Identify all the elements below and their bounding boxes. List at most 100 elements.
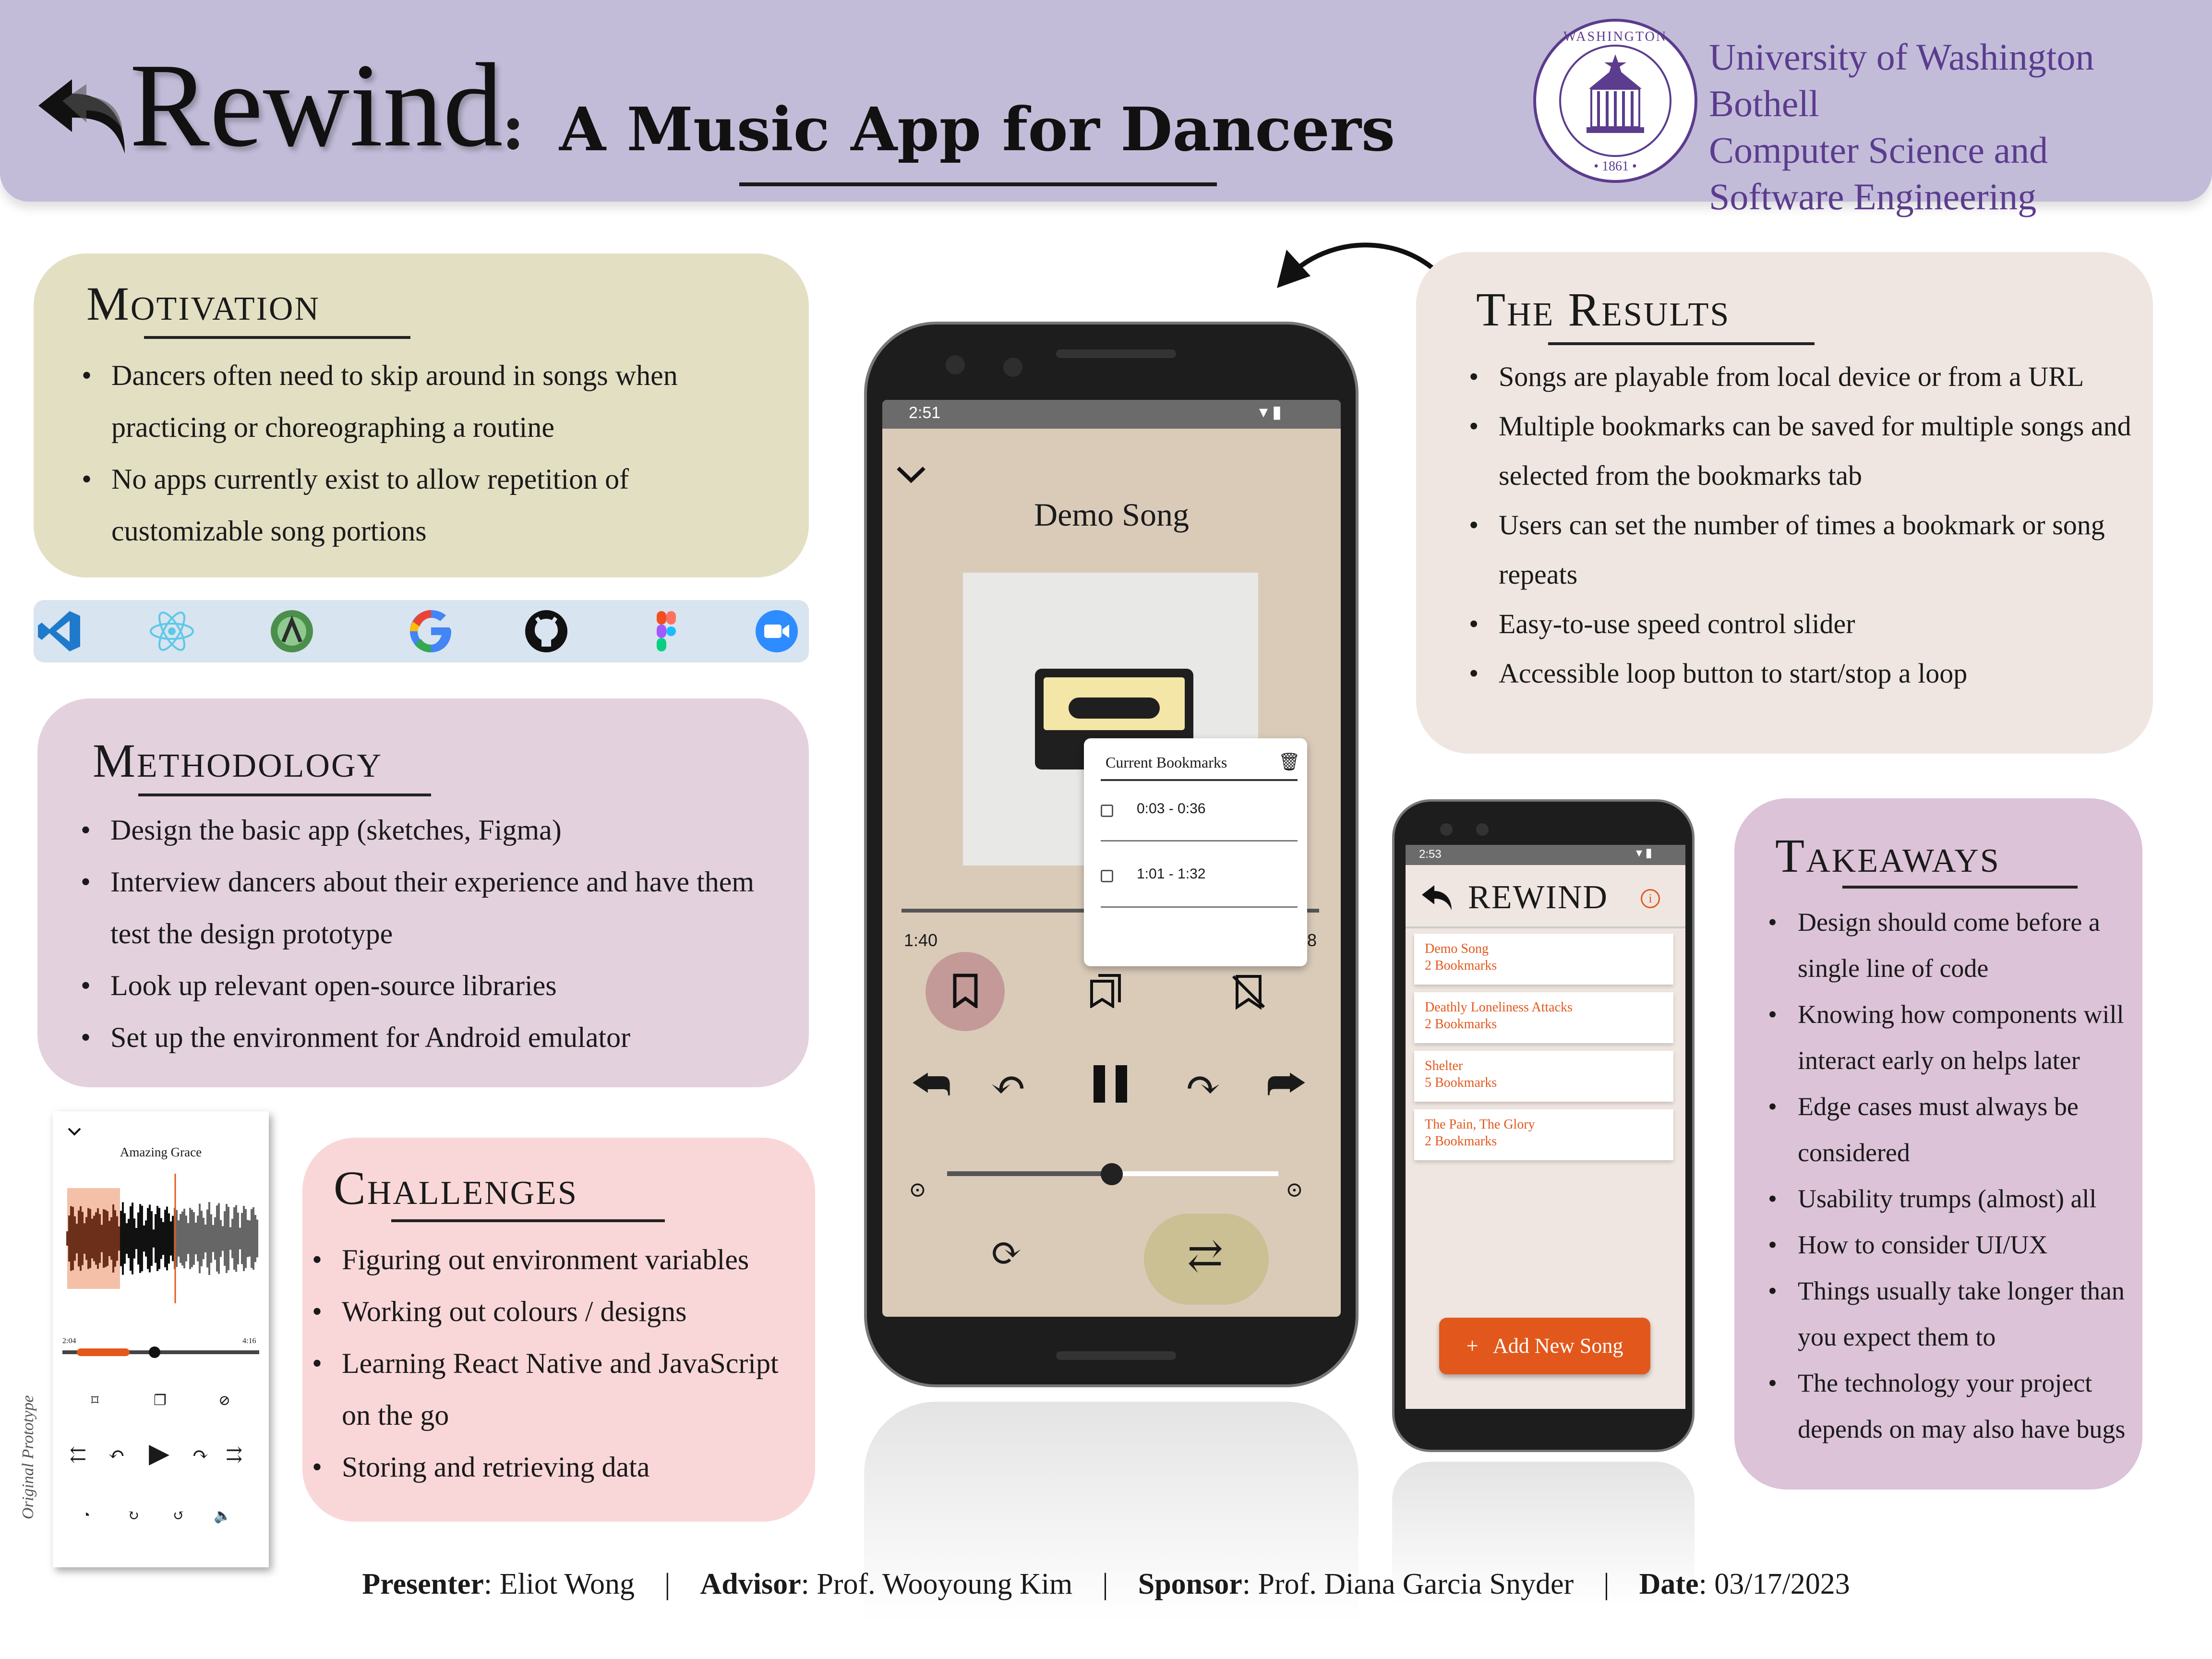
sponsor-name: : Prof. Diana Garcia Snyder xyxy=(1242,1568,1574,1600)
song-card[interactable]: Deathly Loneliness Attacks 2 Bookmarks xyxy=(1414,992,1673,1043)
list-item: Design the basic app (sketches, Figma) xyxy=(81,804,772,856)
list-item: Working out colours / designs xyxy=(312,1286,811,1337)
add-new-song-button[interactable]: + Add New Song xyxy=(1439,1318,1650,1374)
list-item: Songs are playable from local device or … xyxy=(1469,352,2131,401)
camera-icon xyxy=(946,355,965,374)
list-item: No apps currently exist to allow repetit… xyxy=(82,453,778,557)
figma-icon xyxy=(657,611,676,651)
speed-up-icon[interactable]: ⊙ xyxy=(1286,1178,1303,1202)
bookmark-icon: ⌑ xyxy=(91,1393,99,1408)
list-item: Dancers often need to skip around in son… xyxy=(82,349,778,453)
bookmarks-icon: ❐ xyxy=(154,1393,167,1408)
repeat-count-icon[interactable]: ⟳ xyxy=(990,1230,1022,1275)
song-card[interactable]: Demo Song 2 Bookmarks xyxy=(1414,934,1673,985)
song-card[interactable]: Shelter 5 Bookmarks xyxy=(1414,1051,1673,1102)
bookmarks-list-icon[interactable] xyxy=(1089,974,1122,1008)
prototype-time-end: 4:16 xyxy=(242,1337,256,1345)
song-card[interactable]: The Pain, The Glory 2 Bookmarks xyxy=(1414,1109,1673,1160)
speaker-grille xyxy=(1056,349,1176,358)
university-name: University of Washington Bothell Compute… xyxy=(1709,34,2212,220)
remove-bookmark-icon[interactable] xyxy=(1230,974,1267,1010)
challenges-panel: Challenges Figuring out environment vari… xyxy=(302,1138,815,1522)
rewind-far-icon: ⇇ xyxy=(70,1444,87,1466)
speed-icon: ◔ xyxy=(82,1507,91,1523)
skip-back-far-icon[interactable]: ⮪ xyxy=(911,1060,951,1110)
list-item: Knowing how components will interact ear… xyxy=(1768,991,2138,1083)
prototype-progress-thumb xyxy=(149,1346,160,1358)
bookmark-range[interactable]: 0:03 - 0:36 xyxy=(1137,801,1205,817)
presenter-label: Presenter xyxy=(362,1568,484,1600)
takeaways-title: Takeaways xyxy=(1775,829,2000,882)
bookmark-range[interactable]: 1:01 - 1:32 xyxy=(1137,866,1205,882)
list-item: Easy-to-use speed control slider xyxy=(1469,599,2131,649)
footer-separator: | xyxy=(1603,1568,1610,1600)
list-item: Things usually take longer than you expe… xyxy=(1768,1268,2138,1360)
info-icon[interactable]: i xyxy=(1641,889,1660,908)
svg-text:• 1861 •: • 1861 • xyxy=(1594,159,1637,174)
wifi-battery-icon: ▾ ▮ xyxy=(1259,402,1282,421)
duration-time: 8 xyxy=(1307,930,1317,950)
library-screen: 2:53 ▾ ▮ REWIND i Demo Song 2 Bookmarks D… xyxy=(1406,845,1685,1409)
bookmark-off-icon: ⊘ xyxy=(218,1393,231,1408)
sensor-icon xyxy=(1476,823,1489,836)
bottom-speaker xyxy=(1056,1351,1176,1360)
list-item: Edge cases must always be considered xyxy=(1768,1083,2138,1176)
results-title: The Results xyxy=(1476,283,1731,336)
bookmark-checkbox[interactable] xyxy=(1101,870,1113,882)
takeaways-panel: Takeaways Design should come before a si… xyxy=(1734,798,2142,1490)
bookmark-checkbox[interactable] xyxy=(1101,805,1113,817)
rewind-logo-icon xyxy=(1422,885,1452,910)
popup-title: Current Bookmarks xyxy=(1106,754,1227,771)
list-item: Usability trumps (almost) all xyxy=(1768,1176,2138,1222)
prototype-caption: Original Prototype xyxy=(19,1395,37,1519)
github-icon xyxy=(525,610,567,652)
slow-down-icon[interactable]: ⊙ xyxy=(909,1178,926,1202)
methodology-title: Methodology xyxy=(93,734,383,787)
react-icon xyxy=(150,612,194,651)
takeaways-underline xyxy=(1842,886,2078,889)
android-studio-icon xyxy=(271,610,313,652)
wifi-battery-icon: ▾ ▮ xyxy=(1636,846,1652,860)
app-title: Rewind xyxy=(130,39,503,172)
bookmark-icon xyxy=(953,974,978,1008)
original-prototype-image: Amazing Grace 2:04 4:16 ⌑ ❐ ⊘ ⇇ ↶ ▶ ↷ ⇉ … xyxy=(53,1111,269,1567)
bookmark-count: 2 Bookmarks xyxy=(1425,1017,1497,1032)
university-line-2: Computer Science and xyxy=(1709,129,2048,171)
list-item: The technology your project depends on m… xyxy=(1768,1360,2138,1452)
skip-forward-far-icon[interactable]: ⮫ xyxy=(1266,1060,1307,1110)
bookmark-count: 2 Bookmarks xyxy=(1425,958,1497,973)
uw-seal-logo: WASHINGTON • 1861 • xyxy=(1533,19,1697,183)
challenges-list: Figuring out environment variables Worki… xyxy=(312,1234,811,1493)
list-item: How to consider UI/UX xyxy=(1768,1222,2138,1268)
sensor-icon xyxy=(1003,358,1022,377)
forward-far-icon: ⇉ xyxy=(226,1444,243,1466)
song-name: Deathly Loneliness Attacks xyxy=(1425,1000,1573,1015)
footer-separator: | xyxy=(1102,1568,1108,1600)
results-underline xyxy=(1548,342,1815,345)
list-item: Look up relevant open-source libraries xyxy=(81,960,772,1011)
speed-slider-thumb[interactable] xyxy=(1101,1163,1123,1185)
loop-icon: ↺ xyxy=(173,1508,185,1524)
list-item: Learning React Native and JavaScript on … xyxy=(312,1337,811,1441)
skip-forward-icon[interactable]: ↷ xyxy=(1185,1060,1221,1110)
play-icon: ▶ xyxy=(149,1439,170,1468)
status-bar: 2:51 ▾ ▮ xyxy=(882,400,1341,429)
results-list: Songs are playable from local device or … xyxy=(1469,352,2131,698)
presenter-name: : Eliot Wong xyxy=(483,1568,635,1600)
subtitle-underline xyxy=(739,182,1217,186)
bookmark-count: 5 Bookmarks xyxy=(1425,1075,1497,1090)
collapse-chevron-icon[interactable] xyxy=(894,462,928,486)
google-icon xyxy=(410,610,451,652)
vscode-icon xyxy=(38,611,80,651)
pause-icon[interactable] xyxy=(1089,1062,1132,1106)
motivation-underline xyxy=(144,336,410,339)
list-item: Users can set the number of times a book… xyxy=(1469,500,2131,599)
title-colon: : xyxy=(502,90,525,164)
skip-back-icon[interactable]: ↶ xyxy=(990,1060,1026,1110)
list-item: Figuring out environment variables xyxy=(312,1234,811,1286)
methodology-panel: Methodology Design the basic app (sketch… xyxy=(37,698,809,1087)
player-screen: 2:51 ▾ ▮ Demo Song 1:40 8 Current Bookma… xyxy=(882,400,1341,1317)
tools-strip xyxy=(34,600,809,662)
delete-icon[interactable]: 🗑 xyxy=(1278,752,1300,772)
svg-text:WASHINGTON: WASHINGTON xyxy=(1563,29,1667,44)
